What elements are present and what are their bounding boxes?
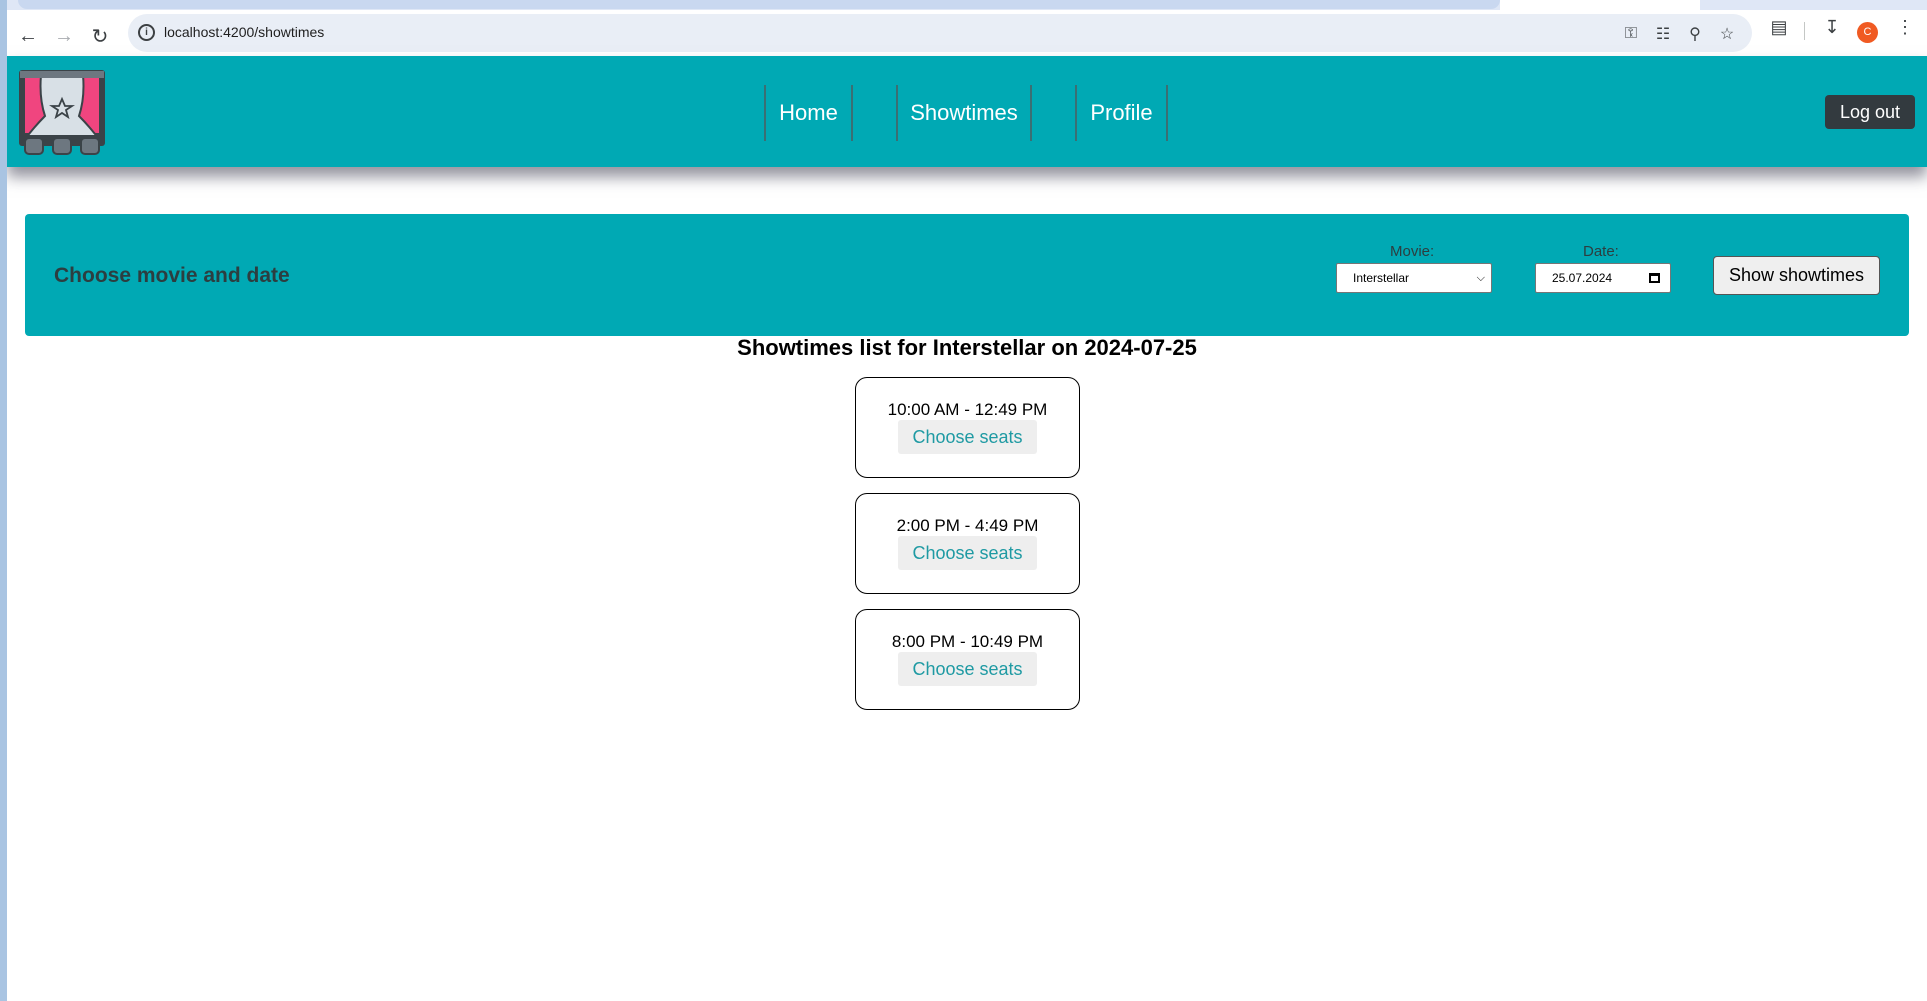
showtimes-title: Showtimes list for Interstellar on 2024-… bbox=[737, 335, 1197, 360]
nav-profile[interactable]: Profile bbox=[1075, 85, 1168, 141]
logout-button[interactable]: Log out bbox=[1825, 95, 1915, 129]
back-arrow-icon[interactable]: ← bbox=[10, 20, 46, 52]
calendar-icon[interactable] bbox=[1649, 273, 1660, 283]
reload-icon[interactable]: ↻ bbox=[82, 20, 118, 52]
show-showtimes-button[interactable]: Show showtimes bbox=[1713, 256, 1880, 295]
showtime-card: 8:00 PM - 10:49 PM Choose seats bbox=[855, 609, 1080, 710]
choose-seats-button[interactable]: Choose seats bbox=[898, 652, 1037, 686]
url-text[interactable]: localhost:4200/showtimes bbox=[164, 24, 324, 40]
showtime-card: 2:00 PM - 4:49 PM Choose seats bbox=[855, 493, 1080, 594]
date-input-value: 25.07.2024 bbox=[1552, 271, 1613, 285]
nav-showtimes[interactable]: Showtimes bbox=[896, 85, 1032, 141]
address-bar[interactable]: i localhost:4200/showtimes ⚿ ☷ ⚲ ☆ bbox=[128, 14, 1752, 52]
main-nav: Home Showtimes Profile bbox=[764, 85, 1168, 141]
chevron-down-icon: ⌵ bbox=[1476, 272, 1485, 284]
showtime-card: 10:00 AM - 12:49 PM Choose seats bbox=[855, 377, 1080, 478]
movie-select[interactable]: Interstellar ⌵ bbox=[1336, 263, 1492, 293]
filter-title: Choose movie and date bbox=[54, 264, 290, 287]
more-menu-icon[interactable]: ⋮ bbox=[1892, 14, 1918, 40]
app-header: Home Showtimes Profile Log out bbox=[7, 56, 1927, 167]
translate-icon[interactable]: ☷ bbox=[1652, 23, 1674, 45]
key-icon[interactable]: ⚿ bbox=[1620, 23, 1642, 45]
movie-select-value: Interstellar bbox=[1353, 271, 1410, 285]
tab-strip bbox=[0, 0, 1927, 10]
movie-label: Movie: bbox=[1390, 243, 1435, 260]
toolbar-divider bbox=[1804, 22, 1805, 40]
choose-seats-button[interactable]: Choose seats bbox=[898, 536, 1037, 570]
filter-panel: Choose movie and date Movie: Interstella… bbox=[25, 214, 1909, 336]
choose-seats-button[interactable]: Choose seats bbox=[898, 420, 1037, 454]
nav-home[interactable]: Home bbox=[764, 85, 853, 141]
browser-toolbar: ← → ↻ i localhost:4200/showtimes ⚿ ☷ ⚲ ☆… bbox=[0, 10, 1927, 56]
download-icon[interactable]: ↧ bbox=[1819, 14, 1845, 40]
active-tab-edge bbox=[1500, 0, 1700, 10]
site-info-icon[interactable]: i bbox=[138, 24, 155, 41]
profile-avatar[interactable]: C bbox=[1857, 22, 1878, 43]
forward-arrow-icon[interactable]: → bbox=[46, 20, 82, 52]
window-edge bbox=[0, 0, 7, 1001]
date-label: Date: bbox=[1583, 243, 1619, 260]
showtime-time: 2:00 PM - 4:49 PM bbox=[896, 516, 1039, 535]
extensions-icon[interactable]: ▤ bbox=[1766, 14, 1792, 40]
showtime-time: 10:00 AM - 12:49 PM bbox=[887, 400, 1048, 419]
zoom-icon[interactable]: ⚲ bbox=[1684, 23, 1706, 45]
showtime-time: 8:00 PM - 10:49 PM bbox=[891, 632, 1044, 651]
star-bookmark-icon[interactable]: ☆ bbox=[1716, 23, 1738, 45]
date-input[interactable]: 25.07.2024 bbox=[1535, 263, 1671, 293]
browser-tab[interactable] bbox=[18, 0, 1500, 9]
cinema-logo-icon[interactable] bbox=[17, 68, 107, 156]
